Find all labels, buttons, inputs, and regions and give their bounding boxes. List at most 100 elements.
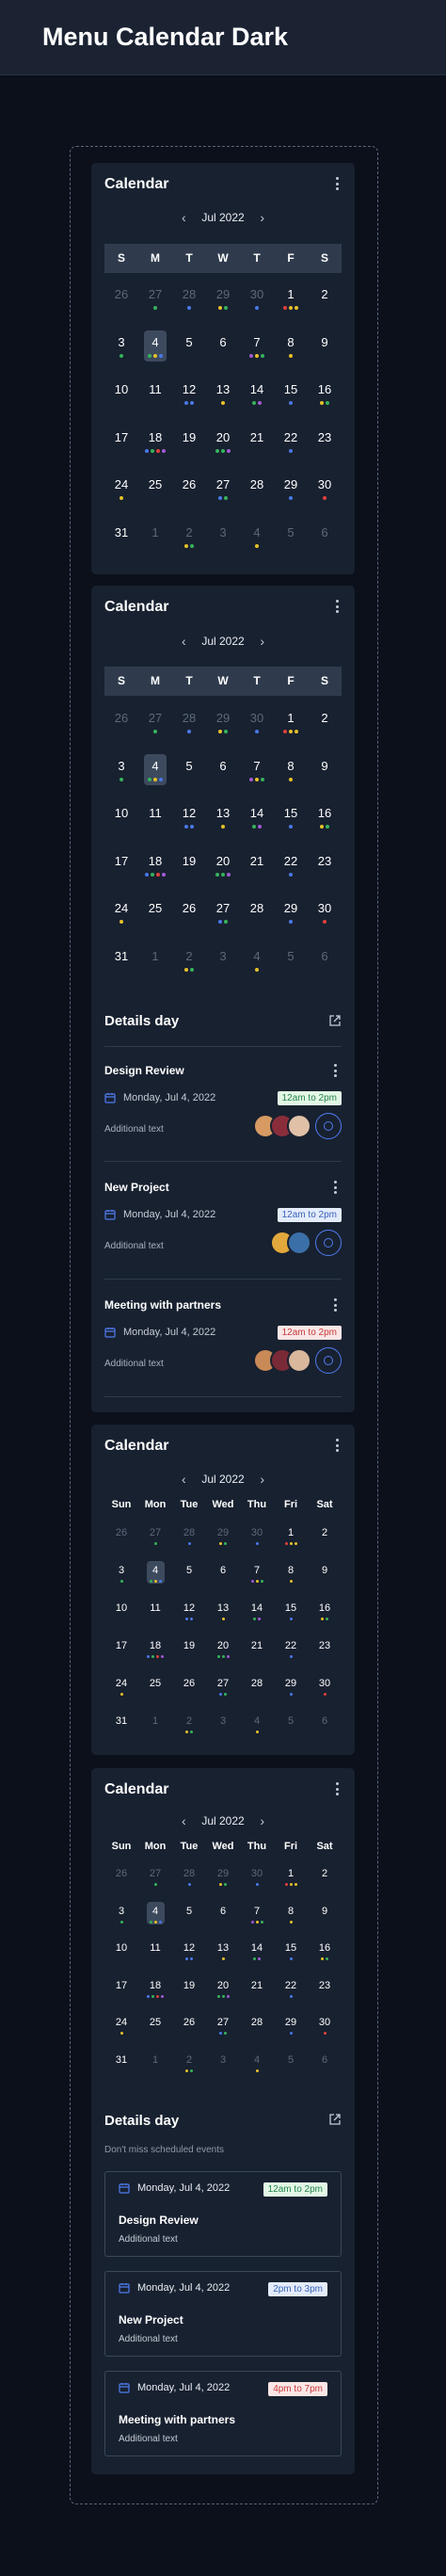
- day-cell[interactable]: 25: [138, 2011, 172, 2049]
- day-cell[interactable]: 29: [206, 1862, 240, 1900]
- day-cell[interactable]: 18: [138, 423, 172, 471]
- next-month-icon[interactable]: ›: [256, 634, 269, 649]
- day-cell[interactable]: 9: [308, 328, 342, 376]
- day-cell[interactable]: 12: [172, 1597, 206, 1634]
- event-item[interactable]: Meeting with partners Monday, Jul 4, 202…: [104, 1298, 342, 1393]
- day-cell[interactable]: 29: [274, 470, 308, 518]
- day-cell[interactable]: 3: [206, 942, 240, 990]
- day-cell[interactable]: 1: [138, 518, 172, 566]
- add-participant-icon[interactable]: [315, 1113, 342, 1139]
- day-cell[interactable]: 13: [206, 375, 240, 423]
- day-cell[interactable]: 26: [172, 894, 206, 942]
- day-cell[interactable]: 16: [308, 1937, 342, 1974]
- day-cell[interactable]: 11: [138, 798, 172, 846]
- day-cell[interactable]: 1: [274, 1521, 308, 1559]
- day-cell[interactable]: 2: [172, 1710, 206, 1747]
- day-cell[interactable]: 28: [240, 894, 274, 942]
- day-cell[interactable]: 4: [240, 1710, 274, 1747]
- day-cell[interactable]: 30: [240, 703, 274, 751]
- day-cell[interactable]: 10: [104, 1937, 138, 1974]
- day-cell[interactable]: 28: [240, 2011, 274, 2049]
- day-cell[interactable]: 28: [240, 1672, 274, 1710]
- day-cell[interactable]: 29: [274, 894, 308, 942]
- day-cell[interactable]: 16: [308, 375, 342, 423]
- day-cell[interactable]: 22: [274, 1974, 308, 2012]
- day-cell[interactable]: 10: [104, 1597, 138, 1634]
- day-cell[interactable]: 21: [240, 423, 274, 471]
- day-cell[interactable]: 6: [308, 518, 342, 566]
- day-cell[interactable]: 23: [308, 423, 342, 471]
- day-cell[interactable]: 7: [240, 751, 274, 799]
- day-cell[interactable]: 27: [138, 1862, 172, 1900]
- day-cell[interactable]: 12: [172, 375, 206, 423]
- day-cell[interactable]: 18: [138, 846, 172, 894]
- day-cell[interactable]: 29: [274, 1672, 308, 1710]
- day-cell[interactable]: 24: [104, 2011, 138, 2049]
- next-month-icon[interactable]: ›: [256, 1813, 269, 1828]
- day-cell[interactable]: 3: [206, 2049, 240, 2086]
- add-participant-icon[interactable]: [315, 1347, 342, 1374]
- external-link-icon[interactable]: [328, 2113, 342, 2126]
- day-cell[interactable]: 1: [138, 942, 172, 990]
- day-cell[interactable]: 26: [104, 1521, 138, 1559]
- day-cell-selected[interactable]: 4: [138, 1900, 172, 1938]
- event-more-icon[interactable]: [328, 1179, 342, 1196]
- day-cell[interactable]: 27: [206, 1672, 240, 1710]
- day-cell[interactable]: 26: [104, 1862, 138, 1900]
- avatar[interactable]: [287, 1114, 311, 1138]
- day-cell[interactable]: 29: [274, 2011, 308, 2049]
- day-cell[interactable]: 5: [274, 942, 308, 990]
- day-cell[interactable]: 1: [274, 703, 308, 751]
- day-cell[interactable]: 27: [206, 470, 240, 518]
- day-cell[interactable]: 6: [308, 942, 342, 990]
- day-cell[interactable]: 27: [206, 894, 240, 942]
- event-item[interactable]: Design Review Monday, Jul 4, 2022 12am t…: [104, 1064, 342, 1158]
- day-cell[interactable]: 8: [274, 1900, 308, 1938]
- day-cell[interactable]: 15: [274, 1597, 308, 1634]
- day-cell[interactable]: 22: [274, 423, 308, 471]
- next-month-icon[interactable]: ›: [256, 210, 269, 225]
- next-month-icon[interactable]: ›: [256, 1472, 269, 1487]
- day-cell[interactable]: 27: [206, 2011, 240, 2049]
- day-cell[interactable]: 31: [104, 942, 138, 990]
- day-cell[interactable]: 13: [206, 798, 240, 846]
- day-cell[interactable]: 6: [206, 1900, 240, 1938]
- day-cell[interactable]: 5: [172, 1900, 206, 1938]
- day-cell[interactable]: 28: [172, 1862, 206, 1900]
- external-link-icon[interactable]: [328, 1014, 342, 1027]
- day-cell[interactable]: 26: [172, 470, 206, 518]
- day-cell[interactable]: 25: [138, 894, 172, 942]
- day-cell[interactable]: 26: [104, 703, 138, 751]
- prev-month-icon[interactable]: ‹: [177, 1813, 190, 1828]
- day-cell[interactable]: 30: [308, 894, 342, 942]
- prev-month-icon[interactable]: ‹: [177, 210, 190, 225]
- day-cell[interactable]: 1: [274, 280, 308, 328]
- day-cell[interactable]: 5: [172, 328, 206, 376]
- day-cell[interactable]: 30: [308, 470, 342, 518]
- prev-month-icon[interactable]: ‹: [177, 1472, 190, 1487]
- day-cell[interactable]: 3: [104, 1900, 138, 1938]
- day-cell[interactable]: 6: [308, 2049, 342, 2086]
- day-cell[interactable]: 8: [274, 751, 308, 799]
- day-cell[interactable]: 20: [206, 1634, 240, 1672]
- day-cell[interactable]: 18: [138, 1634, 172, 1672]
- day-cell[interactable]: 30: [240, 1862, 274, 1900]
- day-cell[interactable]: 28: [240, 470, 274, 518]
- day-cell[interactable]: 3: [104, 1559, 138, 1597]
- day-cell[interactable]: 21: [240, 846, 274, 894]
- day-cell[interactable]: 9: [308, 1900, 342, 1938]
- day-cell[interactable]: 20: [206, 423, 240, 471]
- day-cell[interactable]: 13: [206, 1597, 240, 1634]
- day-cell[interactable]: 31: [104, 518, 138, 566]
- day-cell[interactable]: 27: [138, 703, 172, 751]
- day-cell[interactable]: 17: [104, 846, 138, 894]
- day-cell[interactable]: 10: [104, 375, 138, 423]
- event-item[interactable]: New Project Monday, Jul 4, 2022 12am to …: [104, 1181, 342, 1275]
- day-cell[interactable]: 31: [104, 1710, 138, 1747]
- day-cell[interactable]: 19: [172, 423, 206, 471]
- event-card[interactable]: Monday, Jul 4, 2022 12am to 2pm Design R…: [104, 2171, 342, 2257]
- day-cell[interactable]: 3: [104, 328, 138, 376]
- day-cell[interactable]: 2: [308, 280, 342, 328]
- day-cell[interactable]: 24: [104, 894, 138, 942]
- day-cell[interactable]: 3: [104, 751, 138, 799]
